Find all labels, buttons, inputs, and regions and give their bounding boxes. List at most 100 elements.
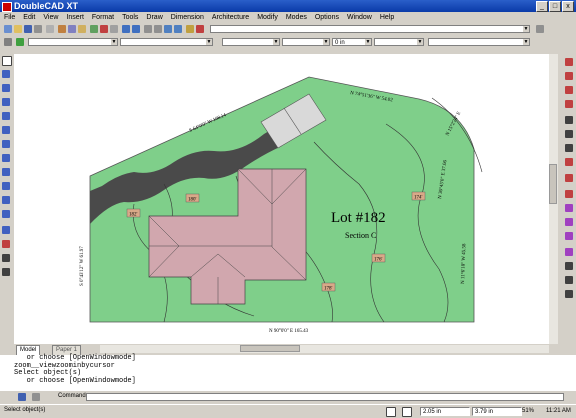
- print-icon[interactable]: [34, 25, 42, 33]
- linestyle-select[interactable]: ▼: [222, 38, 280, 46]
- app-icon[interactable]: [2, 2, 12, 12]
- fillet-icon[interactable]: [565, 100, 573, 108]
- command-input[interactable]: [86, 393, 564, 401]
- open-icon[interactable]: [14, 25, 22, 33]
- linescale-select[interactable]: ▼: [374, 38, 424, 46]
- rotate-icon[interactable]: [565, 130, 573, 138]
- circle-icon[interactable]: [2, 154, 10, 162]
- curve-icon[interactable]: [2, 182, 10, 190]
- line-icon[interactable]: [2, 84, 10, 92]
- horizontal-scrollbar[interactable]: [100, 345, 549, 353]
- dimension-icon[interactable]: [2, 226, 10, 234]
- ellipse-icon[interactable]: [2, 196, 10, 204]
- style-select[interactable]: ▼: [428, 38, 530, 46]
- snap-grid-icon[interactable]: [565, 262, 573, 270]
- maximize-button[interactable]: □: [549, 1, 561, 12]
- lineweight-select[interactable]: ▼: [282, 38, 330, 46]
- snap-toggle-checkbox[interactable]: [402, 407, 412, 417]
- menu-help[interactable]: Help: [376, 12, 398, 23]
- offset-icon[interactable]: [565, 204, 573, 212]
- layer-manager-icon[interactable]: [4, 38, 12, 46]
- history-line: zoom__viewzoominbycursor: [14, 361, 115, 370]
- new-icon[interactable]: [4, 25, 12, 33]
- elevation-180: 180': [188, 198, 197, 203]
- x-coordinate: 2.05 in: [420, 407, 470, 416]
- extend-icon[interactable]: [565, 86, 573, 94]
- command-options-icon[interactable]: [32, 393, 40, 401]
- text-icon[interactable]: [2, 268, 10, 276]
- menu-dimension[interactable]: Dimension: [167, 12, 208, 23]
- zoom-out-icon[interactable]: [154, 25, 162, 33]
- copy-array-icon[interactable]: [565, 190, 573, 198]
- undo-icon[interactable]: [122, 25, 130, 33]
- menu-modes[interactable]: Modes: [282, 12, 311, 23]
- menu-bar: File Edit View Insert Format Tools Draw …: [0, 12, 576, 23]
- hatch-icon[interactable]: [2, 240, 10, 248]
- zoom-extents-icon[interactable]: [174, 25, 182, 33]
- modify-toolbar: [563, 54, 576, 344]
- scroll-thumb[interactable]: [549, 164, 557, 204]
- spline-icon[interactable]: [2, 210, 10, 218]
- menu-format[interactable]: Format: [88, 12, 118, 23]
- snap-icon[interactable]: [565, 174, 573, 182]
- menu-insert[interactable]: Insert: [62, 12, 88, 23]
- delete-icon[interactable]: [100, 25, 108, 33]
- double-line-icon[interactable]: [2, 112, 10, 120]
- rectangle-icon[interactable]: [2, 126, 10, 134]
- vertical-scrollbar[interactable]: [549, 54, 558, 344]
- erase-icon[interactable]: [565, 58, 573, 66]
- lot-title: Lot #182: [331, 210, 386, 226]
- thickness-input[interactable]: 0 in ▼: [332, 38, 372, 46]
- chevron-down-icon: ▼: [523, 26, 529, 32]
- arc-icon[interactable]: [2, 168, 10, 176]
- menu-modify[interactable]: Modify: [253, 12, 282, 23]
- point-icon[interactable]: [2, 70, 10, 78]
- menu-window[interactable]: Window: [343, 12, 376, 23]
- polyline-icon[interactable]: [2, 98, 10, 106]
- bearing-left: S 0°43'12" W 61.97: [80, 246, 85, 286]
- properties-icon[interactable]: [90, 25, 98, 33]
- cut-icon[interactable]: [58, 25, 66, 33]
- menu-view[interactable]: View: [39, 12, 62, 23]
- command-combo[interactable]: ▼: [210, 25, 530, 33]
- menu-draw[interactable]: Draw: [142, 12, 166, 23]
- ortho-toggle-checkbox[interactable]: [386, 407, 396, 417]
- paste-icon[interactable]: [78, 25, 86, 33]
- menu-edit[interactable]: Edit: [19, 12, 39, 23]
- window-options-icon[interactable]: [536, 25, 544, 33]
- help-icon[interactable]: [196, 25, 204, 33]
- command-window-icon[interactable]: [18, 393, 26, 401]
- layers-icon[interactable]: [186, 25, 194, 33]
- drawing-canvas[interactable]: 182' 180' 178' 176' 174' Lot #182 Sectio…: [14, 54, 549, 344]
- copy-icon[interactable]: [68, 25, 76, 33]
- table-icon[interactable]: [2, 254, 10, 262]
- menu-architecture[interactable]: Architecture: [208, 12, 253, 23]
- explode-icon[interactable]: [565, 248, 573, 256]
- hscroll-thumb[interactable]: [240, 345, 300, 352]
- close-button[interactable]: x: [562, 1, 574, 12]
- layer-visible-icon[interactable]: [16, 38, 24, 46]
- layer-select[interactable]: ▼: [28, 38, 118, 46]
- zoom-in-icon[interactable]: [144, 25, 152, 33]
- menu-tools[interactable]: Tools: [118, 12, 142, 23]
- mirror-icon[interactable]: [565, 144, 573, 152]
- minimize-button[interactable]: _: [536, 1, 548, 12]
- chevron-down-icon: ▼: [417, 39, 423, 45]
- stretch-icon[interactable]: [565, 218, 573, 226]
- osnap-icon[interactable]: [565, 290, 573, 298]
- pan-icon[interactable]: [110, 25, 118, 33]
- select-arrow-icon[interactable]: [2, 56, 12, 66]
- trim-icon[interactable]: [565, 72, 573, 80]
- redo-icon[interactable]: [132, 25, 140, 33]
- move-icon[interactable]: [565, 116, 573, 124]
- break-icon[interactable]: [565, 232, 573, 240]
- menu-file[interactable]: File: [0, 12, 19, 23]
- print-preview-icon[interactable]: [46, 25, 54, 33]
- menu-options[interactable]: Options: [311, 12, 343, 23]
- color-select[interactable]: ▼: [120, 38, 213, 46]
- zoom-window-icon[interactable]: [164, 25, 172, 33]
- polygon-icon[interactable]: [2, 140, 10, 148]
- scale-icon[interactable]: [565, 158, 573, 166]
- ortho-icon[interactable]: [565, 276, 573, 284]
- save-icon[interactable]: [24, 25, 32, 33]
